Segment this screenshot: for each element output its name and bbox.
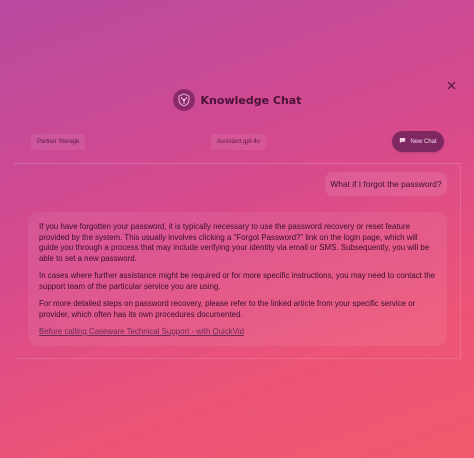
shield-network-icon bbox=[172, 89, 195, 111]
app-header: Knowledge Chat bbox=[0, 88, 474, 112]
page-title: Knowledge Chat bbox=[200, 93, 302, 107]
reference-link[interactable]: Before calling Caseware Technical Suppor… bbox=[39, 327, 244, 336]
answer-paragraph: For more detailed steps on password reco… bbox=[39, 299, 416, 319]
new-chat-label: New Chat bbox=[410, 138, 437, 145]
user-message: What if I forgot the password? bbox=[325, 172, 447, 196]
assistant-answer: If you have forgotten your password, it … bbox=[28, 212, 447, 346]
answer-paragraph: If you have forgotten your password, it … bbox=[39, 222, 430, 263]
answer-paragraph: In cases where further assistance might … bbox=[39, 271, 436, 291]
chat-bubble-icon bbox=[399, 137, 406, 146]
close-icon[interactable] bbox=[445, 79, 457, 91]
assistant-selector[interactable]: Assistant gpt-4o bbox=[211, 134, 267, 150]
storage-selector[interactable]: Partner Storage bbox=[31, 134, 86, 150]
new-chat-button[interactable]: New Chat bbox=[392, 131, 444, 152]
